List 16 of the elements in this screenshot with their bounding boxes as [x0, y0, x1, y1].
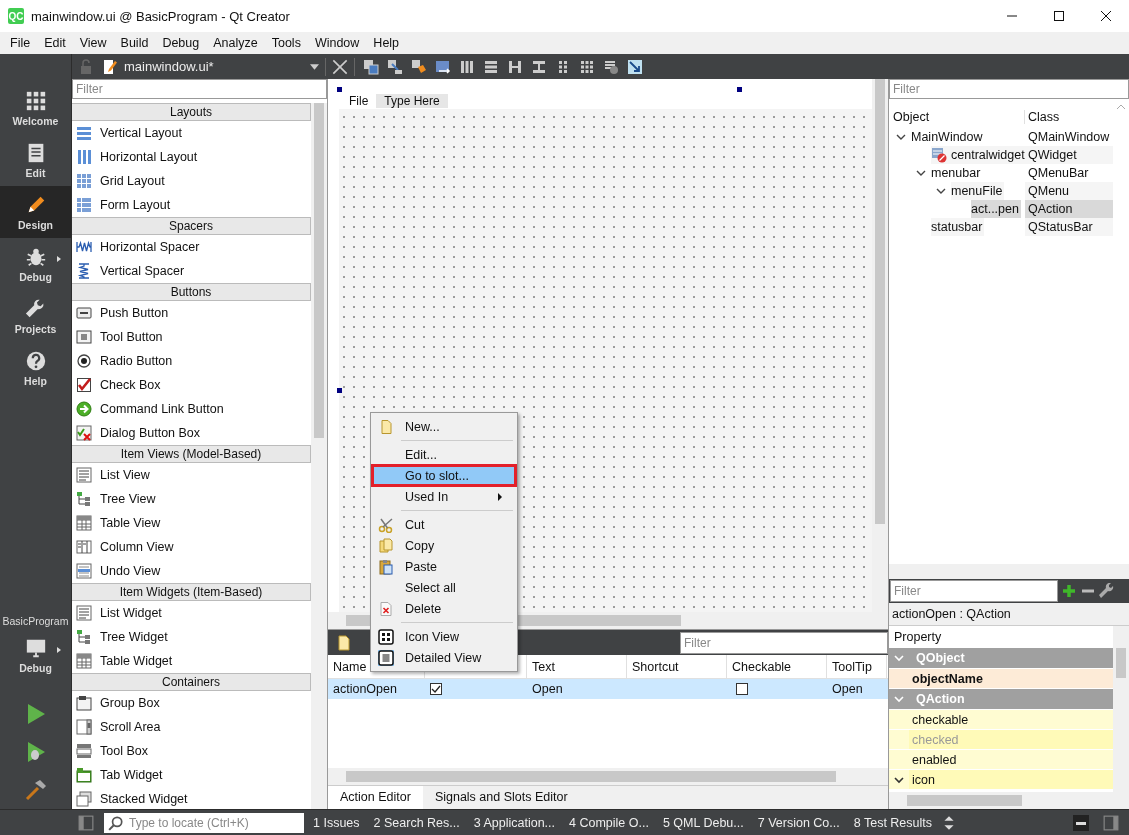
- table-cell-text: QMainWindow: [1027, 129, 1111, 146]
- table-cell-text: QMenuBar: [1027, 165, 1090, 182]
- table-cell-text: actionOpen: [332, 681, 398, 698]
- project-label: BasicProgram: [1, 615, 70, 627]
- table-cell-text: Open: [831, 681, 864, 698]
- property-name: enabled: [911, 751, 958, 769]
- table-cell: QMenu: [1025, 182, 1113, 200]
- property-name: checkable: [911, 711, 970, 729]
- app-logo: QC: [8, 8, 24, 24]
- table-cell: QWidget: [1025, 146, 1113, 164]
- property-name: objectName: [911, 670, 984, 688]
- window-title: mainwindow.ui @ BasicProgram - Qt Creator: [31, 8, 290, 24]
- table-cell: QAction: [1025, 200, 1113, 218]
- table-cell: QStatusBar: [1025, 218, 1113, 236]
- object-label: actionOpen : QAction: [889, 603, 1129, 626]
- table-cell-text: Open: [531, 681, 564, 698]
